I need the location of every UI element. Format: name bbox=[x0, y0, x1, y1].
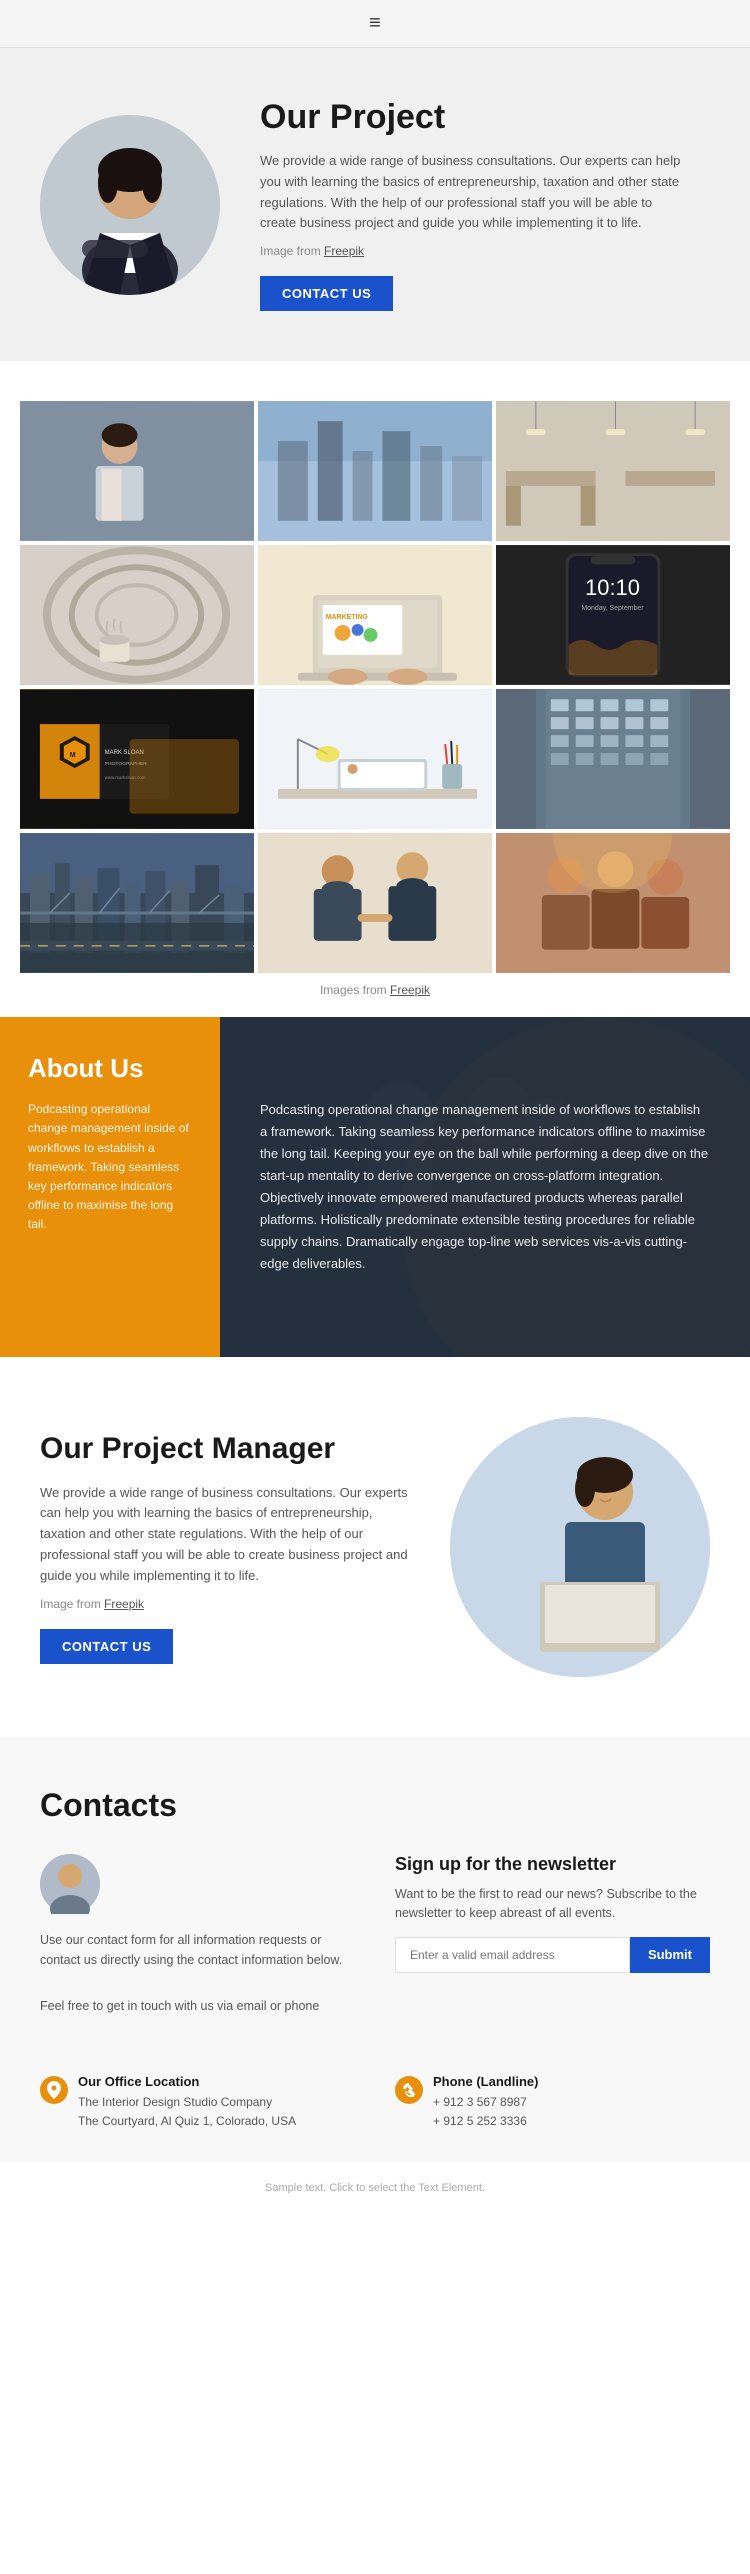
hero-title: Our Project bbox=[260, 98, 690, 137]
contacts-title: Contacts bbox=[40, 1787, 710, 1824]
pm-image bbox=[450, 1417, 710, 1677]
header: ≡ bbox=[0, 0, 750, 48]
svg-text:Monday, September: Monday, September bbox=[581, 605, 644, 612]
svg-text:10:10: 10:10 bbox=[585, 575, 640, 600]
hero-section: Our Project We provide a wide range of b… bbox=[0, 48, 750, 361]
office-location-item: Our Office Location The Interior Design … bbox=[40, 2074, 355, 2131]
gallery-item: 10:10 Monday, September bbox=[496, 545, 730, 685]
pm-content: Our Project Manager We provide a wide ra… bbox=[40, 1431, 410, 1664]
newsletter-email-input[interactable] bbox=[395, 1937, 630, 1973]
phone-line2: + 912 5 252 3336 bbox=[433, 2112, 538, 2131]
phone-icon bbox=[395, 2076, 423, 2104]
pm-image-credit: Image from Freepik bbox=[40, 1597, 410, 1611]
gallery-freepik-link[interactable]: Freepik bbox=[390, 983, 430, 997]
office-location-line1: The Interior Design Studio Company bbox=[78, 2093, 296, 2112]
pm-title: Our Project Manager bbox=[40, 1431, 410, 1467]
contacts-section: Contacts Use our contact form for all in… bbox=[0, 1737, 750, 2161]
hero-contact-button[interactable]: CONTACT US bbox=[260, 276, 393, 311]
newsletter-form: Submit bbox=[395, 1937, 710, 1973]
svg-text:M: M bbox=[70, 752, 76, 759]
hero-image-credit: Image from Freepik bbox=[260, 244, 690, 258]
location-icon bbox=[40, 2076, 68, 2104]
gallery-item: MARKETING bbox=[258, 545, 492, 685]
about-content: Podcasting operational change management… bbox=[220, 1017, 750, 1357]
contacts-left: Use our contact form for all information… bbox=[40, 1854, 355, 2024]
gallery-item bbox=[20, 401, 254, 541]
gallery-item bbox=[496, 689, 730, 829]
gallery-item bbox=[20, 545, 254, 685]
office-location-content: Our Office Location The Interior Design … bbox=[78, 2074, 296, 2131]
gallery-item bbox=[20, 833, 254, 973]
freepik-link[interactable]: Freepik bbox=[324, 244, 364, 258]
hero-content: Our Project We provide a wide range of b… bbox=[260, 98, 690, 311]
pm-contact-button[interactable]: CONTACT US bbox=[40, 1629, 173, 1664]
menu-icon[interactable]: ≡ bbox=[369, 12, 381, 35]
contacts-right: Sign up for the newsletter Want to be th… bbox=[395, 1854, 710, 2024]
gallery-credit: Images from Freepik bbox=[20, 983, 730, 997]
hero-description: We provide a wide range of business cons… bbox=[260, 151, 690, 234]
gallery-item bbox=[496, 833, 730, 973]
gallery-item bbox=[496, 401, 730, 541]
office-location-label: Our Office Location bbox=[78, 2074, 296, 2089]
phone-line1: + 912 3 567 8987 bbox=[433, 2093, 538, 2112]
contact-info-row: Our Office Location The Interior Design … bbox=[40, 2054, 710, 2131]
about-orange-text: Podcasting operational change management… bbox=[28, 1100, 192, 1234]
contacts-form-text-2: Feel free to get in touch with us via em… bbox=[40, 1996, 355, 2016]
about-section: About Us Podcasting operational change m… bbox=[0, 1017, 750, 1357]
newsletter-submit-button[interactable]: Submit bbox=[630, 1937, 710, 1973]
phone-item: Phone (Landline) + 912 3 567 8987 + 912 … bbox=[395, 2074, 710, 2131]
office-location-line2: The Courtyard, Al Quiz 1, Colorado, USA bbox=[78, 2112, 296, 2131]
pm-description: We provide a wide range of business cons… bbox=[40, 1483, 410, 1587]
gallery-section: MARKETING 10:10 bbox=[0, 361, 750, 1017]
contacts-avatar bbox=[40, 1854, 100, 1914]
footer-sample-text: Sample text. Click to select the Text El… bbox=[0, 2162, 750, 2214]
gallery-item bbox=[258, 401, 492, 541]
svg-text:MARKETING: MARKETING bbox=[326, 614, 368, 621]
about-orange-box: About Us Podcasting operational change m… bbox=[0, 1017, 220, 1357]
contacts-grid: Use our contact form for all information… bbox=[40, 1854, 710, 2024]
gallery-item bbox=[258, 689, 492, 829]
phone-label: Phone (Landline) bbox=[433, 2074, 538, 2089]
newsletter-title: Sign up for the newsletter bbox=[395, 1854, 710, 1875]
project-manager-section: Our Project Manager We provide a wide ra… bbox=[0, 1357, 750, 1737]
about-title: About Us bbox=[28, 1053, 192, 1084]
gallery-item bbox=[258, 833, 492, 973]
contacts-form-text-1: Use our contact form for all information… bbox=[40, 1930, 355, 1970]
newsletter-description: Want to be the first to read our news? S… bbox=[395, 1885, 710, 1923]
gallery-item: M MARK SLOAN PHOTOGRAPHER www.marksloan.… bbox=[20, 689, 254, 829]
hero-image bbox=[40, 115, 220, 295]
gallery-grid: MARKETING 10:10 bbox=[20, 401, 730, 973]
about-main-text: Podcasting operational change management… bbox=[260, 1099, 710, 1276]
phone-content: Phone (Landline) + 912 3 567 8987 + 912 … bbox=[433, 2074, 538, 2131]
pm-freepik-link[interactable]: Freepik bbox=[104, 1597, 144, 1611]
